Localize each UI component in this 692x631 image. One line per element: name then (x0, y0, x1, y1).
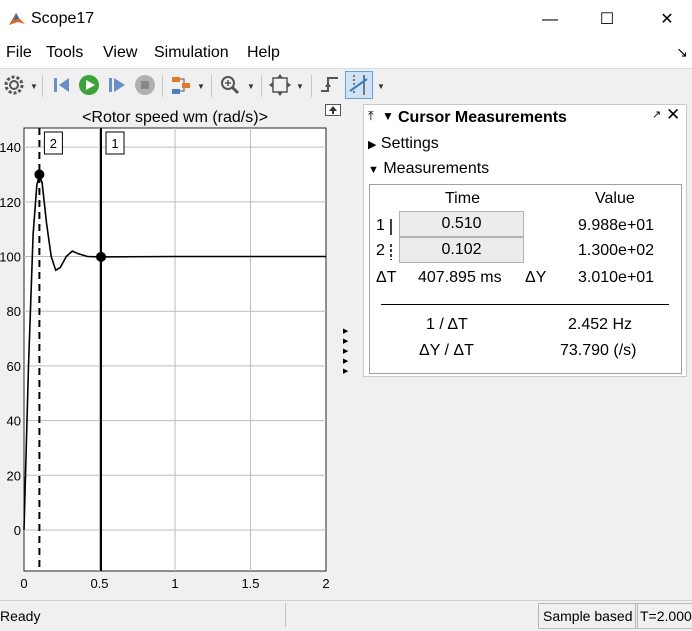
y-tick-label: 0 (14, 523, 21, 538)
y-tick-label: 80 (7, 304, 21, 319)
chevron-down-icon[interactable]: ▼ (296, 82, 304, 91)
matlab-logo-icon (9, 13, 25, 25)
cursor-1-label: 1 (111, 136, 118, 151)
cursor-measurements-panel: ⤒ ▼ Cursor Measurements ↗ ✕ ▶ Settings ▼… (363, 104, 687, 377)
sim-time-indicator: T=2.000 (635, 603, 692, 629)
scope-plot[interactable]: <Rotor speed wm (rad/s)>0 0.5 1 1.5 20204060… (0, 103, 338, 600)
dock-pin-icon[interactable]: ↘ (676, 44, 688, 61)
panel-arrow-icon[interactable]: ▶ (343, 358, 348, 365)
chevron-down-icon[interactable]: ▼ (197, 82, 205, 91)
minimize-button[interactable]: — (530, 6, 570, 34)
status-ready: Ready (0, 608, 41, 624)
delta-y-value: 3.010e+01 (578, 269, 655, 286)
x-tick-label: 1.5 (241, 576, 259, 591)
toolbar-separator (311, 75, 312, 97)
window-title: Scope17 (31, 10, 95, 27)
y-tick-label: 20 (7, 468, 21, 483)
panel-title: Cursor Measurements (398, 109, 567, 126)
solid-cursor-icon (390, 219, 392, 235)
run-icon[interactable] (77, 73, 101, 97)
cursor-2-value: 1.300e+02 (578, 242, 655, 259)
scope-client-area: <Rotor speed wm (rad/s)> 0 0.5 1 1.5 2 0 20 40 60… (0, 103, 692, 600)
cursor-2-label: 2 (50, 136, 57, 151)
panel-arrow-icon[interactable]: ▶ (343, 368, 348, 375)
delta-t-value: 407.895 ms (418, 269, 502, 286)
collapse-arrow-icon: ▼ (368, 164, 379, 176)
y-tick-label: 120 (0, 195, 21, 210)
dashed-cursor-icon (390, 244, 392, 260)
toolbar: ▼ ▼ ▼ ▼ ▼ (0, 68, 692, 104)
slope-value: 73.790 (/s) (560, 342, 637, 359)
cursor-1-time-field[interactable]: 0.510 (399, 211, 524, 237)
autoscale-icon[interactable] (268, 73, 292, 97)
step-back-icon[interactable] (49, 73, 73, 97)
x-tick-label: 1 (171, 576, 178, 591)
chevron-down-icon[interactable]: ▼ (377, 82, 385, 91)
measurements-section-toggle[interactable]: ▼ Measurements (368, 160, 489, 178)
y-tick-label: 100 (0, 250, 21, 265)
delta-y-label: ΔY (525, 269, 547, 286)
cursor-2-index: 2 (376, 242, 385, 259)
menu-tools[interactable]: Tools (46, 44, 83, 62)
delta-t-label: ΔT (376, 269, 397, 286)
settings-label: Settings (380, 135, 439, 152)
chevron-down-icon[interactable]: ▼ (30, 82, 38, 91)
undock-icon[interactable] (325, 104, 341, 116)
close-button[interactable]: ✕ (647, 6, 687, 34)
panel-menu-caret-icon[interactable]: ▼ (382, 109, 394, 123)
value-column-header: Value (595, 190, 635, 207)
plot-title: <Rotor speed wm (rad/s)> (82, 109, 268, 126)
toolbar-separator (42, 75, 43, 97)
trigger-icon[interactable] (318, 73, 342, 97)
menu-bar: File Tools View Simulation Help ↘ (0, 40, 692, 68)
y-tick-label: 140 (0, 140, 21, 155)
cursor-2-time-field[interactable]: 0.102 (399, 237, 524, 263)
cursor-measurements-icon[interactable] (345, 71, 373, 99)
toolbar-separator (261, 75, 262, 97)
y-tick-label: 40 (7, 414, 21, 429)
step-forward-icon[interactable] (105, 73, 129, 97)
cursor-2-marker (34, 169, 45, 180)
stop-icon[interactable] (133, 73, 157, 97)
time-column-header: Time (445, 190, 480, 207)
measurements-table: Time Value 1 0.510 9.988e+01 2 0.102 1.3… (369, 184, 682, 374)
sample-mode-indicator: Sample based (538, 603, 638, 629)
panel-arrow-icon[interactable]: ▶ (343, 328, 348, 335)
toolbar-separator (211, 75, 212, 97)
title-bar: Scope17 — ☐ ✕ (0, 0, 692, 40)
y-tick-label: 60 (7, 359, 21, 374)
chevron-down-icon[interactable]: ▼ (247, 82, 255, 91)
toolbar-separator (162, 75, 163, 97)
cursor-1-index: 1 (376, 217, 385, 234)
menu-file[interactable]: File (6, 44, 32, 62)
signal-hierarchy-icon[interactable] (169, 73, 193, 97)
settings-section-toggle[interactable]: ▶ Settings (368, 135, 439, 153)
maximize-button[interactable]: ☐ (587, 6, 627, 34)
pin-icon[interactable]: ⤒ (368, 108, 374, 124)
x-tick-label: 2 (322, 576, 329, 591)
panel-arrow-icon[interactable]: ▶ (343, 338, 348, 345)
zoom-in-icon[interactable] (218, 73, 242, 97)
x-tick-label: 0.5 (90, 576, 108, 591)
expand-arrow-icon: ▶ (368, 139, 377, 151)
panel-arrow-icon[interactable]: ▶ (343, 348, 348, 355)
slope-label: ΔY / ΔT (419, 342, 474, 359)
x-tick-label: 0 (20, 576, 27, 591)
status-bar: Ready Sample based T=2.000 (0, 600, 692, 631)
cursor-1-value: 9.988e+01 (578, 217, 655, 234)
menu-view[interactable]: View (103, 44, 137, 62)
menu-help[interactable]: Help (247, 44, 280, 62)
measurements-label: Measurements (383, 160, 490, 177)
status-divider (285, 603, 286, 627)
gear-icon[interactable] (2, 73, 26, 97)
panel-undock-icon[interactable]: ↗ (652, 108, 661, 121)
inverse-delta-t-value: 2.452 Hz (568, 316, 633, 333)
panel-close-icon[interactable]: ✕ (666, 105, 680, 125)
menu-simulation[interactable]: Simulation (154, 44, 229, 62)
inverse-delta-t-label: 1 / ΔT (426, 316, 468, 333)
table-divider (381, 304, 669, 305)
cursor-1-marker (96, 251, 107, 262)
